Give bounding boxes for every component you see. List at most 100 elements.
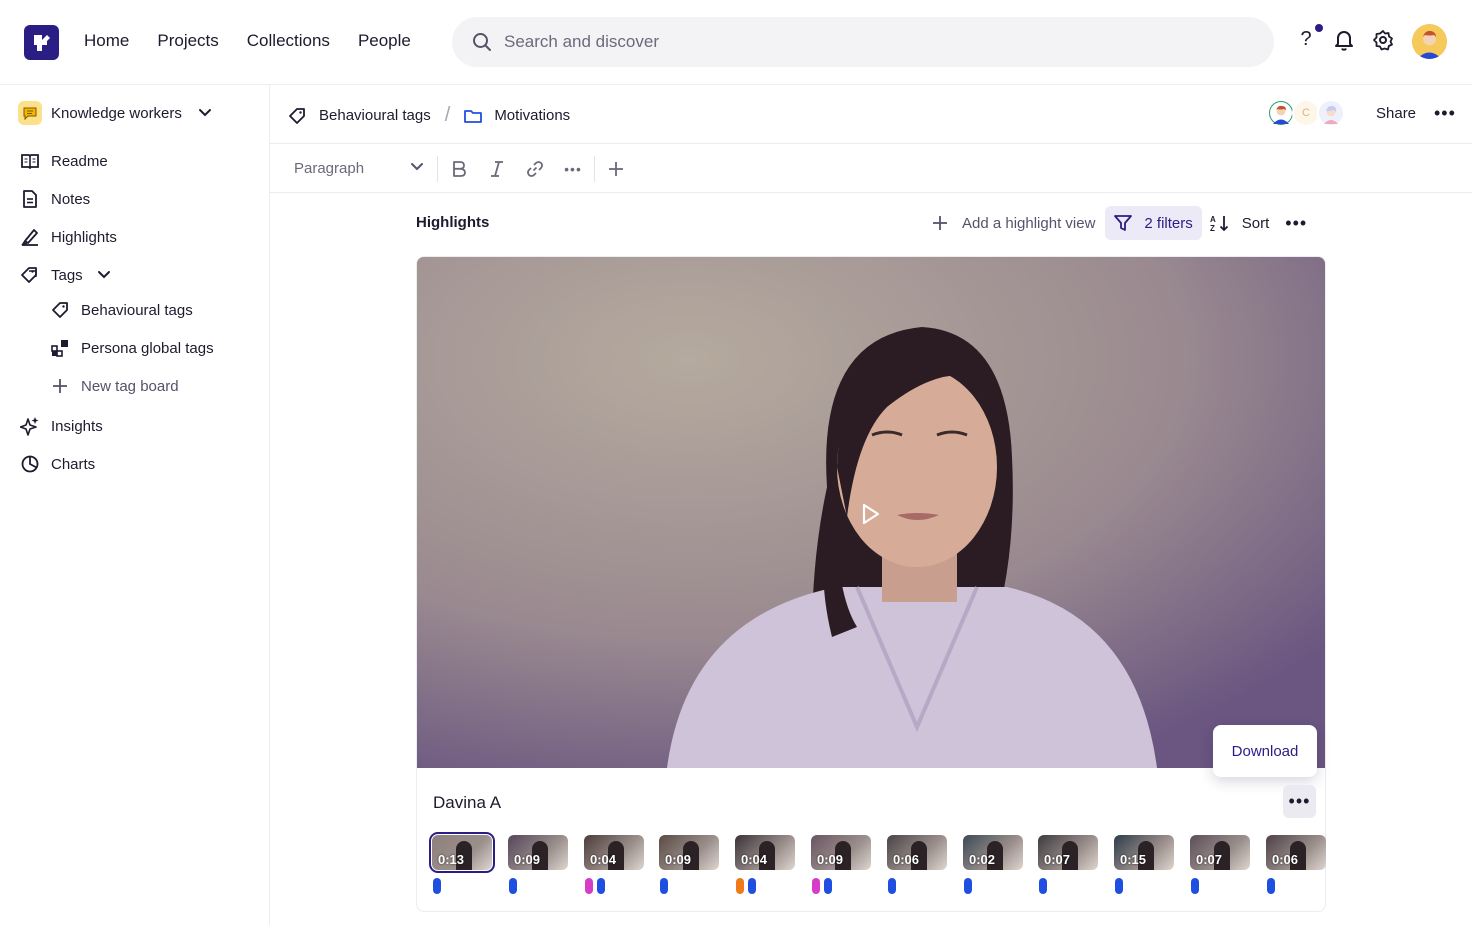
sidebar-item-persona-global-tags[interactable]: Persona global tags <box>50 338 214 358</box>
add-highlight-view-label: Add a highlight view <box>962 214 1096 232</box>
sidebar-item-notes[interactable]: Notes <box>20 189 90 209</box>
play-icon[interactable] <box>861 503 881 525</box>
logo-icon <box>33 34 50 51</box>
filter-icon <box>1114 215 1133 231</box>
sidebar-item-label: Charts <box>51 455 96 473</box>
sidebar-item-label: New tag board <box>81 377 179 395</box>
nav-collections-link[interactable]: Collections <box>247 31 330 51</box>
app-logo[interactable] <box>24 25 59 60</box>
insert-button[interactable] <box>603 156 629 182</box>
more-options-icon[interactable]: ••• <box>1283 785 1316 818</box>
clip-thumbnail[interactable]: 0:02 <box>963 835 1023 870</box>
gear-icon[interactable] <box>1372 29 1394 51</box>
book-icon <box>20 151 40 171</box>
page-header: Behavioural tags / Motivations C Share •… <box>270 85 1472 144</box>
italic-icon <box>491 161 503 177</box>
clip-thumbnail[interactable]: 0:09 <box>659 835 719 870</box>
sidebar-item-label: Insights <box>51 417 103 435</box>
help-button[interactable]: ? <box>1296 24 1323 51</box>
nav-people-link[interactable]: People <box>358 31 411 51</box>
sort-label: Sort <box>1241 214 1270 232</box>
chevron-down-icon[interactable] <box>97 268 111 282</box>
block-type-select[interactable]: Paragraph <box>294 160 364 177</box>
download-menu-item[interactable]: Download <box>1213 725 1317 777</box>
chevron-down-icon[interactable] <box>410 160 424 174</box>
clip-duration: 0:07 <box>1044 852 1071 867</box>
top-actions: ? <box>1296 24 1394 51</box>
nav-home-link[interactable]: Home <box>84 31 129 51</box>
clip-thumbnail[interactable]: 0:09 <box>508 835 568 870</box>
search-icon <box>473 33 491 51</box>
sidebar-item-highlights[interactable]: Highlights <box>20 227 117 247</box>
plus-icon <box>609 162 623 176</box>
user-avatar[interactable] <box>1412 24 1447 59</box>
clip-tag-marker <box>824 878 832 894</box>
clip-thumbnail[interactable]: 0:04 <box>735 835 795 870</box>
collaborator-initial-avatar: C <box>1292 99 1320 127</box>
sidebar-item-tags[interactable]: Tags <box>20 265 111 285</box>
breadcrumb-separator: / <box>444 104 451 126</box>
clip-thumbnail[interactable]: 0:06 <box>1266 835 1326 870</box>
bold-icon <box>453 161 466 177</box>
sidebar-item-charts[interactable]: Charts <box>20 454 95 474</box>
workspace-name: Knowledge workers <box>51 104 182 122</box>
main-nav: Home Projects Collections People <box>84 31 411 51</box>
folder-icon <box>464 109 483 123</box>
workspace-switcher[interactable]: Knowledge workers <box>18 101 212 125</box>
breadcrumb-tag-board[interactable]: Behavioural tags <box>319 107 431 124</box>
more-options-icon[interactable]: ••• <box>1285 213 1307 234</box>
more-formatting-icon[interactable]: ••• <box>560 156 586 182</box>
sidebar-item-insights[interactable]: Insights <box>20 416 103 436</box>
share-button[interactable]: Share <box>1376 105 1416 122</box>
clip-thumbnail[interactable]: 0:09 <box>811 835 871 870</box>
svg-text:Z: Z <box>1210 224 1215 232</box>
clip-thumbnail[interactable]: 0:07 <box>1038 835 1098 870</box>
chevron-down-icon <box>198 109 211 117</box>
clip-thumbnail[interactable]: 0:13 <box>429 832 495 873</box>
clip-tag-marker <box>736 878 744 894</box>
clip-tag-marker <box>964 878 972 894</box>
breadcrumb: Behavioural tags / Motivations <box>288 104 570 127</box>
bell-icon[interactable] <box>1334 29 1354 51</box>
collaborator-avatar <box>1267 99 1295 127</box>
clip-duration: 0:09 <box>817 852 844 867</box>
clip-thumbnail[interactable]: 0:04 <box>584 835 644 870</box>
nav-projects-link[interactable]: Projects <box>157 31 218 51</box>
search-input[interactable]: Search and discover <box>504 32 659 52</box>
tag-icon <box>289 107 305 124</box>
plus-icon <box>933 216 947 230</box>
sort-icon: AZ <box>1210 215 1228 232</box>
sidebar-item-new-tag-board[interactable]: New tag board <box>50 376 179 396</box>
search-bar[interactable]: Search and discover <box>452 17 1274 67</box>
sidebar: Knowledge workers Readme Notes Highlight… <box>0 85 270 925</box>
clip-tag-marker <box>748 878 756 894</box>
clip-thumbnail[interactable]: 0:15 <box>1114 835 1174 870</box>
link-icon <box>527 161 543 177</box>
more-options-icon[interactable]: ••• <box>1434 103 1456 124</box>
plus-icon <box>50 376 70 396</box>
video-player[interactable] <box>417 257 1325 768</box>
add-highlight-view-button[interactable]: Add a highlight view <box>932 215 1095 232</box>
sidebar-item-behavioural-tags[interactable]: Behavioural tags <box>50 300 193 320</box>
editor-toolbar: Paragraph ••• <box>270 144 1472 193</box>
collaborators[interactable]: C <box>1267 99 1345 127</box>
sidebar-item-readme[interactable]: Readme <box>20 151 108 171</box>
highlight-reel-card <box>416 256 1326 912</box>
italic-button[interactable] <box>484 156 510 182</box>
link-button[interactable] <box>522 156 548 182</box>
breadcrumb-folder[interactable]: Motivations <box>494 107 570 124</box>
bold-button[interactable] <box>446 156 472 182</box>
toolbar-divider <box>594 156 595 182</box>
clip-thumbnail[interactable]: 0:06 <box>887 835 947 870</box>
clip-tag-marker <box>585 878 593 894</box>
clip-duration: 0:02 <box>969 852 996 867</box>
highlights-title: Highlights <box>416 214 490 231</box>
clip-thumbnail[interactable]: 0:07 <box>1190 835 1250 870</box>
sidebar-item-label: Persona global tags <box>81 339 214 357</box>
sort-button[interactable]: AZ Sort <box>1210 214 1270 233</box>
clip-duration: 0:13 <box>438 852 465 867</box>
clip-tag-marker <box>597 878 605 894</box>
clip-duration: 0:15 <box>1120 852 1147 867</box>
filters-button[interactable]: 2 filters <box>1105 206 1202 240</box>
clip-duration: 0:07 <box>1196 852 1223 867</box>
